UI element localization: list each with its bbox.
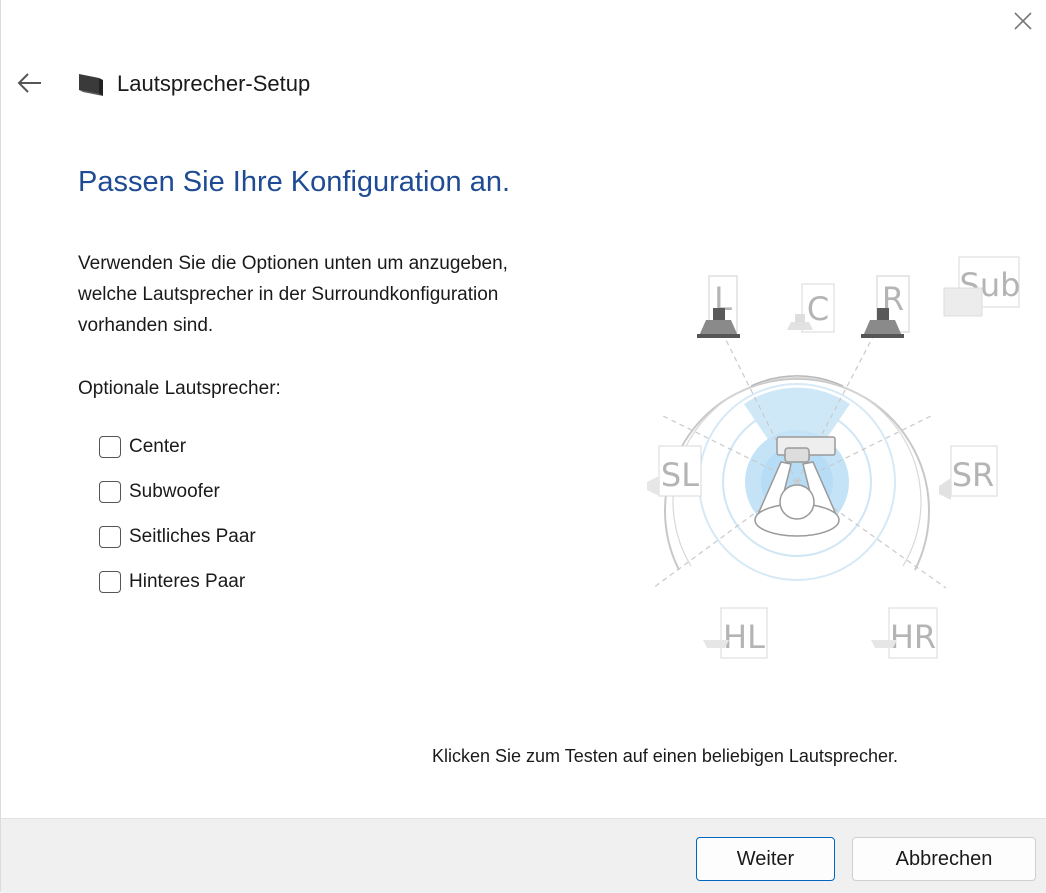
speaker-subwoofer[interactable]: Sub — [943, 256, 1020, 317]
svg-text:HR: HR — [890, 618, 936, 656]
speaker-front-right[interactable]: R — [861, 275, 910, 338]
speaker-rear-right[interactable]: HR — [871, 607, 938, 659]
speaker-side-left[interactable]: SL — [647, 445, 702, 497]
speaker-front-left[interactable]: L — [697, 275, 740, 338]
option-label: Center — [129, 435, 187, 457]
optional-speakers-label: Optionale Lautsprecher: — [78, 378, 281, 399]
dialog-footer: Weiter Abbrechen — [1, 818, 1046, 893]
page-heading: Passen Sie Ihre Konfiguration an. — [78, 166, 511, 198]
svg-text:SR: SR — [952, 456, 995, 494]
close-icon — [1014, 12, 1032, 30]
test-hint-text: Klicken Sie zum Testen auf einen beliebi… — [432, 746, 898, 766]
cancel-button[interactable]: Abbrechen — [852, 837, 1036, 881]
close-button[interactable] — [1008, 6, 1038, 36]
option-side-pair[interactable]: Seitliches Paar — [99, 514, 256, 559]
option-label: Seitliches Paar — [129, 525, 256, 547]
option-rear-pair[interactable]: Hinteres Paar — [99, 559, 256, 604]
optional-speakers-list: Center Subwoofer Seitliches Paar Hintere… — [99, 424, 256, 604]
subwoofer-checkbox[interactable] — [99, 480, 121, 503]
center-checkbox[interactable] — [99, 435, 121, 458]
back-arrow-icon — [17, 73, 41, 93]
svg-text:SL: SL — [661, 456, 699, 494]
side-pair-checkbox[interactable] — [99, 525, 121, 548]
option-subwoofer[interactable]: Subwoofer — [99, 469, 256, 514]
speaker-center[interactable]: C — [787, 283, 835, 333]
option-label: Subwoofer — [129, 480, 220, 502]
svg-text:HL: HL — [723, 618, 765, 656]
speaker-app-icon — [77, 70, 105, 98]
description-text: Verwenden Sie die Optionen unten um anzu… — [78, 253, 508, 336]
speaker-rear-left[interactable]: HL — [703, 607, 768, 659]
speaker-setup-window: Lautsprecher-Setup Passen Sie Ihre Konfi… — [0, 0, 1046, 893]
option-label: Hinteres Paar — [129, 570, 246, 592]
next-button[interactable]: Weiter — [696, 837, 835, 881]
speaker-side-right[interactable]: SR — [939, 445, 998, 500]
option-center[interactable]: Center — [99, 424, 256, 469]
speaker-diagram: L C R Sub SL SR HL HR — [647, 256, 1020, 659]
window-title: Lautsprecher-Setup — [117, 71, 311, 96]
svg-text:C: C — [807, 290, 829, 328]
rear-pair-checkbox[interactable] — [99, 570, 121, 593]
back-button[interactable] — [15, 68, 45, 98]
